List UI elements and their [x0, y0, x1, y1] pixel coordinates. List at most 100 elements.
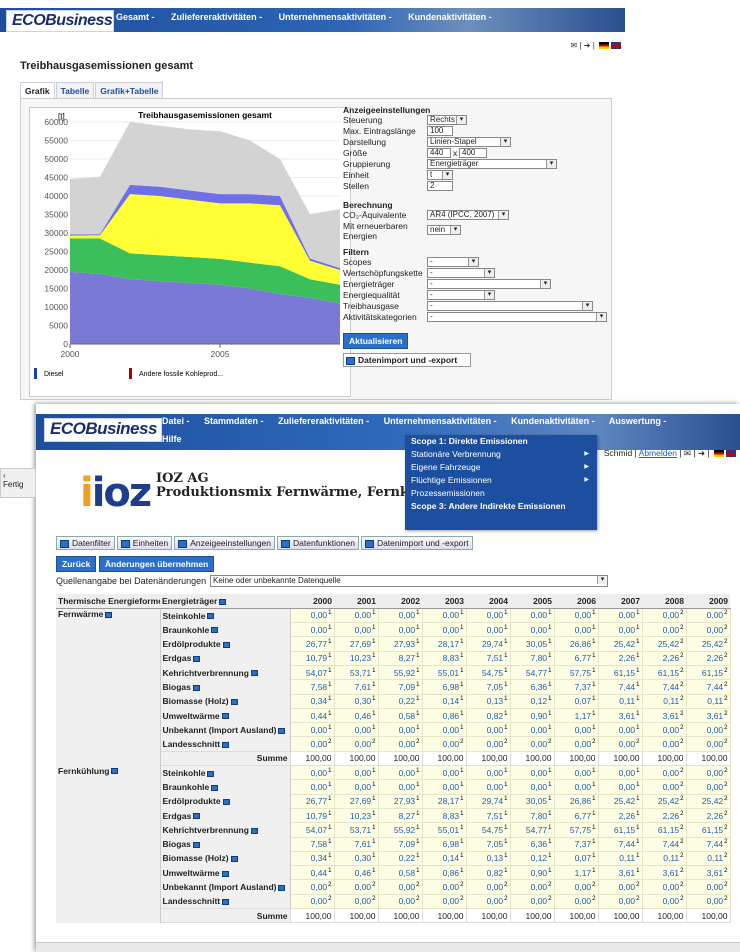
menu-zuliefereraktivitaeten[interactable]: Zuliefereraktivitäten -	[171, 12, 262, 22]
value-cell[interactable]: 0,071	[553, 693, 599, 709]
dropdown-item[interactable]: Prozessemissionen	[405, 487, 597, 500]
value-cell[interactable]: 3,612	[685, 865, 731, 881]
value-cell[interactable]: 2,261	[597, 807, 643, 824]
value-cell[interactable]: 3,611	[597, 865, 643, 881]
value-cell[interactable]: 55,011	[421, 664, 467, 681]
value-cell[interactable]: 7,442	[685, 679, 731, 695]
edit-icon[interactable]	[192, 841, 200, 848]
value-cell[interactable]: 3,612	[641, 707, 687, 724]
energietraeger-select[interactable]: -	[427, 279, 551, 289]
value-cell[interactable]: 0,001	[333, 779, 379, 795]
value-cell[interactable]: 0,001	[377, 607, 423, 624]
value-cell[interactable]: 0,002	[553, 893, 599, 910]
value-cell[interactable]: 7,442	[641, 836, 687, 852]
menu-auswertung[interactable]: Auswertung -	[609, 416, 667, 426]
edit-icon[interactable]	[211, 627, 219, 634]
value-cell[interactable]: 0,001	[509, 622, 555, 638]
edit-icon[interactable]	[221, 713, 229, 720]
value-cell[interactable]: 25,422	[641, 793, 687, 809]
value-cell[interactable]: 0,001	[553, 765, 599, 781]
value-cell[interactable]: 0,001	[465, 765, 511, 781]
value-cell[interactable]: 0,141	[421, 693, 467, 709]
value-cell[interactable]: 61,152	[685, 822, 731, 838]
aktivitaeten-select[interactable]: -	[427, 312, 607, 322]
value-cell[interactable]: 0,141	[421, 850, 467, 867]
value-cell[interactable]: 3,612	[685, 707, 731, 724]
value-cell[interactable]: 0,001	[465, 607, 511, 624]
english-flag-icon[interactable]	[726, 450, 736, 458]
value-cell[interactable]: 7,091	[377, 679, 423, 695]
edit-icon[interactable]	[230, 856, 238, 863]
value-cell[interactable]: 0,131	[465, 850, 511, 867]
scopes-select[interactable]: -	[427, 257, 479, 267]
value-cell[interactable]: 0,002	[685, 893, 731, 910]
value-cell[interactable]: 0,112	[685, 693, 731, 709]
logout-link[interactable]: Abmelden	[639, 448, 677, 458]
value-cell[interactable]: 7,442	[685, 836, 731, 852]
value-cell[interactable]: 6,771	[553, 807, 599, 824]
value-cell[interactable]: 0,001	[553, 607, 599, 624]
edit-icon[interactable]	[111, 768, 119, 775]
edit-icon[interactable]	[207, 770, 215, 777]
value-cell[interactable]: 0,002	[333, 879, 379, 895]
value-cell[interactable]: 0,002	[377, 879, 423, 895]
value-cell[interactable]: 0,002	[597, 736, 643, 752]
edit-icon[interactable]	[219, 598, 227, 605]
value-cell[interactable]: 0,002	[553, 879, 599, 895]
ecobusiness-logo-2[interactable]: ECOBusiness	[44, 418, 162, 442]
edit-icon[interactable]	[222, 741, 230, 748]
edit-icon[interactable]	[105, 611, 113, 618]
value-cell[interactable]: 0,001	[421, 722, 467, 738]
value-cell[interactable]: 0,001	[465, 722, 511, 738]
value-cell[interactable]: 0,221	[377, 850, 423, 867]
value-cell[interactable]: 0,002	[641, 765, 687, 781]
value-cell[interactable]: 0,121	[509, 693, 555, 709]
value-cell[interactable]: 0,001	[509, 607, 555, 624]
value-cell[interactable]: 26,771	[289, 793, 335, 809]
erneuerbar-select[interactable]: nein	[427, 225, 461, 235]
value-cell[interactable]: 0,002	[685, 622, 731, 638]
width-input[interactable]: 440	[427, 148, 451, 158]
value-cell[interactable]: 7,091	[377, 836, 423, 852]
value-cell[interactable]: 10,231	[333, 650, 379, 666]
value-cell[interactable]: 0,002	[641, 879, 687, 895]
value-cell[interactable]: 29,741	[465, 636, 511, 652]
value-cell[interactable]: 0,001	[377, 622, 423, 638]
einheit-select[interactable]: t	[427, 170, 453, 180]
aktualisieren-button[interactable]: Aktualisieren	[343, 333, 409, 349]
value-cell[interactable]: 0,301	[333, 850, 379, 867]
value-cell[interactable]: 0,111	[597, 850, 643, 867]
edit-icon[interactable]	[222, 799, 230, 806]
dropdown-item[interactable]: Eigene Fahrzeuge ▶	[405, 461, 597, 474]
value-cell[interactable]: 54,751	[465, 822, 511, 838]
value-cell[interactable]: 0,002	[333, 736, 379, 752]
value-cell[interactable]: 6,361	[509, 679, 555, 695]
value-cell[interactable]: 25,422	[685, 636, 731, 652]
zurueck-button[interactable]: Zurück	[56, 556, 97, 572]
value-cell[interactable]: 0,001	[377, 765, 423, 781]
value-cell[interactable]: 1,171	[553, 865, 599, 881]
value-cell[interactable]: 53,711	[333, 664, 379, 681]
arrow-icon[interactable]: ➜	[584, 41, 591, 50]
menu-kundenaktivitaeten-2[interactable]: Kundenaktivitäten -	[511, 416, 595, 426]
value-cell[interactable]: 6,981	[421, 679, 467, 695]
value-cell[interactable]: 7,611	[333, 836, 379, 852]
darstellung-select[interactable]: Linien-Stapel	[427, 137, 511, 147]
value-cell[interactable]: 0,001	[377, 779, 423, 795]
value-cell[interactable]: 0,001	[421, 607, 467, 624]
max-length-input[interactable]: 100	[427, 126, 453, 136]
value-cell[interactable]: 7,801	[509, 650, 555, 666]
value-cell[interactable]: 27,931	[377, 793, 423, 809]
value-cell[interactable]: 26,771	[289, 636, 335, 652]
value-cell[interactable]: 3,611	[597, 707, 643, 724]
tab-grafik-tabelle[interactable]: Grafik+Tabelle	[95, 82, 164, 99]
value-cell[interactable]: 0,221	[377, 693, 423, 709]
value-cell[interactable]: 0,861	[421, 865, 467, 881]
german-flag-icon[interactable]	[599, 42, 609, 50]
value-cell[interactable]: 0,001	[377, 722, 423, 738]
value-cell[interactable]: 0,001	[509, 765, 555, 781]
value-cell[interactable]: 0,581	[377, 865, 423, 881]
value-cell[interactable]: 0,002	[597, 879, 643, 895]
value-cell[interactable]: 0,002	[597, 893, 643, 910]
toolbar-button[interactable]: Einheiten	[116, 536, 173, 550]
